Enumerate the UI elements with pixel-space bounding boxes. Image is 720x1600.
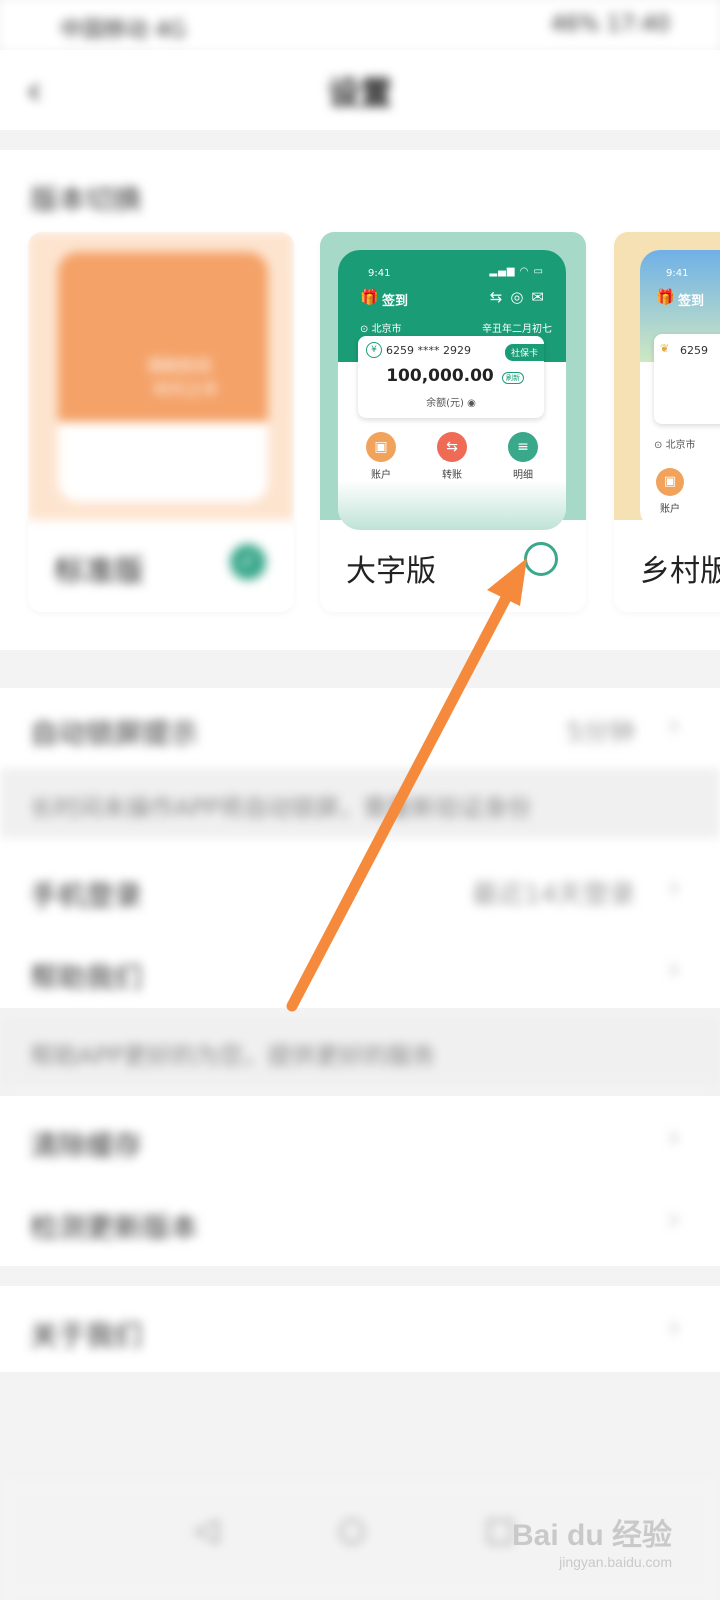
- transfer-label: 转账: [442, 470, 462, 481]
- rural-phone-mock: 9:41 🎁 签到 ❦ 6259 1 ⊙ 北京市 ▣ 账户: [640, 250, 720, 530]
- large-phone-mock: 9:41 ▂▄▆ ◠ ▭ 🎁 签到 ⇆◎✉ ⊙ 北京市 辛丑年二月初七 ¥ 62…: [338, 250, 566, 530]
- status-bar: 中国移动 4G 46% 17:40: [0, 0, 720, 50]
- auto-lock-label: 自动锁屏提示: [30, 717, 199, 750]
- chevron-right-icon: ›: [668, 1202, 680, 1237]
- rural-preview: 9:41 🎁 签到 ❦ 6259 1 ⊙ 北京市 ▣ 账户: [614, 232, 720, 530]
- settings-row-auto-lock[interactable]: 自动锁屏提示 5分钟 ›: [0, 688, 720, 768]
- account-icon: ▣: [656, 468, 684, 496]
- rural-balance-card: ❦ 6259 1: [654, 334, 720, 424]
- detail-icon: ≡: [508, 432, 538, 462]
- preview-fade: [338, 480, 566, 530]
- standard-banner-line2: 时代之华: [154, 380, 219, 399]
- card-tag: 社保卡: [504, 344, 544, 361]
- help-note: 帮助APP更好的为您，提供更好的服务: [0, 1016, 720, 1086]
- version-name-rural: 乡村版: [640, 554, 720, 589]
- check-update-label: 检测更新版本: [30, 1211, 199, 1244]
- settings-row-check-update[interactable]: 检测更新版本 ›: [0, 1182, 720, 1262]
- coin-icon: ¥: [366, 342, 382, 358]
- page-title: 设置: [327, 74, 392, 112]
- eye-icon: ◉: [467, 398, 476, 409]
- version-card-standard[interactable]: 国韵彪炫 时代之华 标准版 ✓: [28, 232, 294, 612]
- balance-label: 余额(元) ◉: [358, 394, 544, 409]
- help-label: 帮助我们: [30, 961, 143, 994]
- balance-card: ¥ 6259 **** 2929 社保卡 100,000.00 刷新 余额(元)…: [358, 336, 544, 418]
- card-number: 6259 **** 2929: [386, 344, 471, 357]
- wheat-icon: ❦: [660, 342, 670, 355]
- clear-cache-label: 清除缓存: [30, 1129, 143, 1162]
- baidu-watermark: Bai du 经验 jingyan.baidu.com: [512, 1510, 672, 1570]
- version-card-rural[interactable]: 9:41 🎁 签到 ❦ 6259 1 ⊙ 北京市 ▣ 账户 乡村版: [614, 232, 720, 612]
- detail-label: 明细: [513, 470, 533, 481]
- carrier-text: 中国移动 4G: [60, 18, 187, 43]
- standard-preview: 国韵彪炫 时代之华: [28, 232, 294, 520]
- balance-label-text: 余额(元): [426, 398, 464, 409]
- account-icon: ▣: [366, 432, 396, 462]
- battery-time-text: 46% 17:40: [550, 12, 670, 37]
- chevron-right-icon: ›: [668, 870, 680, 905]
- version-name-standard: 标准版: [54, 554, 144, 589]
- standard-grid-area: [58, 422, 268, 502]
- home-circle-icon[interactable]: ○: [332, 1510, 372, 1550]
- watermark-brand: Bai du 经验: [511, 1519, 672, 1552]
- chevron-right-icon: ›: [668, 952, 680, 987]
- login-value: 最近14天登录: [471, 880, 635, 910]
- chevron-right-icon: ›: [668, 1310, 680, 1345]
- signal-wifi-battery-icon: ▂▄▆ ◠ ▭: [489, 266, 544, 277]
- back-triangle-icon[interactable]: ◁: [186, 1510, 226, 1550]
- rural-city: ⊙ 北京市: [654, 440, 696, 451]
- rural-time: 9:41: [666, 268, 689, 279]
- rural-account-label: 账户: [660, 504, 680, 515]
- settings-row-login[interactable]: 手机登录 最近14天登录 ›: [0, 850, 720, 930]
- settings-group-2: 清除缓存 › 检测更新版本 ›: [0, 1096, 720, 1266]
- settings-row-about[interactable]: 关于我们 ›: [0, 1290, 720, 1370]
- help-note-text: 帮助APP更好的为您，提供更好的服务: [30, 1042, 436, 1070]
- rural-city-text: 北京市: [665, 440, 696, 451]
- login-label: 手机登录: [30, 879, 143, 912]
- large-city: ⊙ 北京市: [360, 324, 402, 335]
- page-dots: [442, 426, 462, 460]
- version-name-large: 大字版: [346, 554, 436, 589]
- chevron-right-icon: ›: [668, 708, 680, 743]
- watermark-url: jingyan.baidu.com: [559, 1554, 672, 1570]
- gift-icon: 🎁: [656, 288, 675, 306]
- nav-bar: ‹ 设置: [0, 50, 720, 130]
- large-signin: 签到: [382, 294, 409, 309]
- large-city-text: 北京市: [371, 324, 402, 335]
- settings-group-1: 自动锁屏提示 5分钟 › 长时间未操作APP将自动锁屏，需重新验证身份 手机登录…: [0, 688, 720, 1008]
- large-preview: 9:41 ▂▄▆ ◠ ▭ 🎁 签到 ⇆◎✉ ⊙ 北京市 辛丑年二月初七 ¥ 62…: [320, 232, 586, 530]
- settings-row-help[interactable]: 帮助我们 ›: [0, 932, 720, 1012]
- version-section-label: 版本切换: [30, 183, 143, 216]
- chevron-right-icon: ›: [668, 1120, 680, 1155]
- check-icon: ✓: [230, 544, 266, 580]
- large-lunar-date: 辛丑年二月初七: [482, 324, 552, 335]
- standard-banner-line1: 国韵彪炫: [148, 356, 213, 375]
- account-label: 账户: [371, 470, 391, 481]
- settings-group-3: 关于我们 ›: [0, 1286, 720, 1372]
- gift-icon: 🎁: [360, 288, 379, 306]
- transfer-icon: ⇆: [437, 432, 467, 462]
- refresh-badge: 刷新: [502, 372, 524, 384]
- rural-signin: 签到: [678, 294, 705, 309]
- standard-phone-mock: 国韵彪炫 时代之华: [58, 252, 268, 502]
- version-card-large[interactable]: 9:41 ▂▄▆ ◠ ▭ 🎁 签到 ⇆◎✉ ⊙ 北京市 辛丑年二月初七 ¥ 62…: [320, 232, 586, 612]
- toolbar-icons: ⇆◎✉: [489, 288, 552, 306]
- large-time: 9:41: [368, 268, 391, 279]
- settings-row-clear-cache[interactable]: 清除缓存 ›: [0, 1100, 720, 1180]
- auto-lock-value: 5分钟: [566, 718, 635, 748]
- radio-unchecked-icon[interactable]: [524, 542, 558, 576]
- about-label: 关于我们: [30, 1319, 143, 1352]
- auto-lock-note-text: 长时间未操作APP将自动锁屏，需重新验证身份: [30, 794, 532, 822]
- rural-card-number: 6259: [680, 344, 708, 357]
- auto-lock-note: 长时间未操作APP将自动锁屏，需重新验证身份: [0, 768, 720, 838]
